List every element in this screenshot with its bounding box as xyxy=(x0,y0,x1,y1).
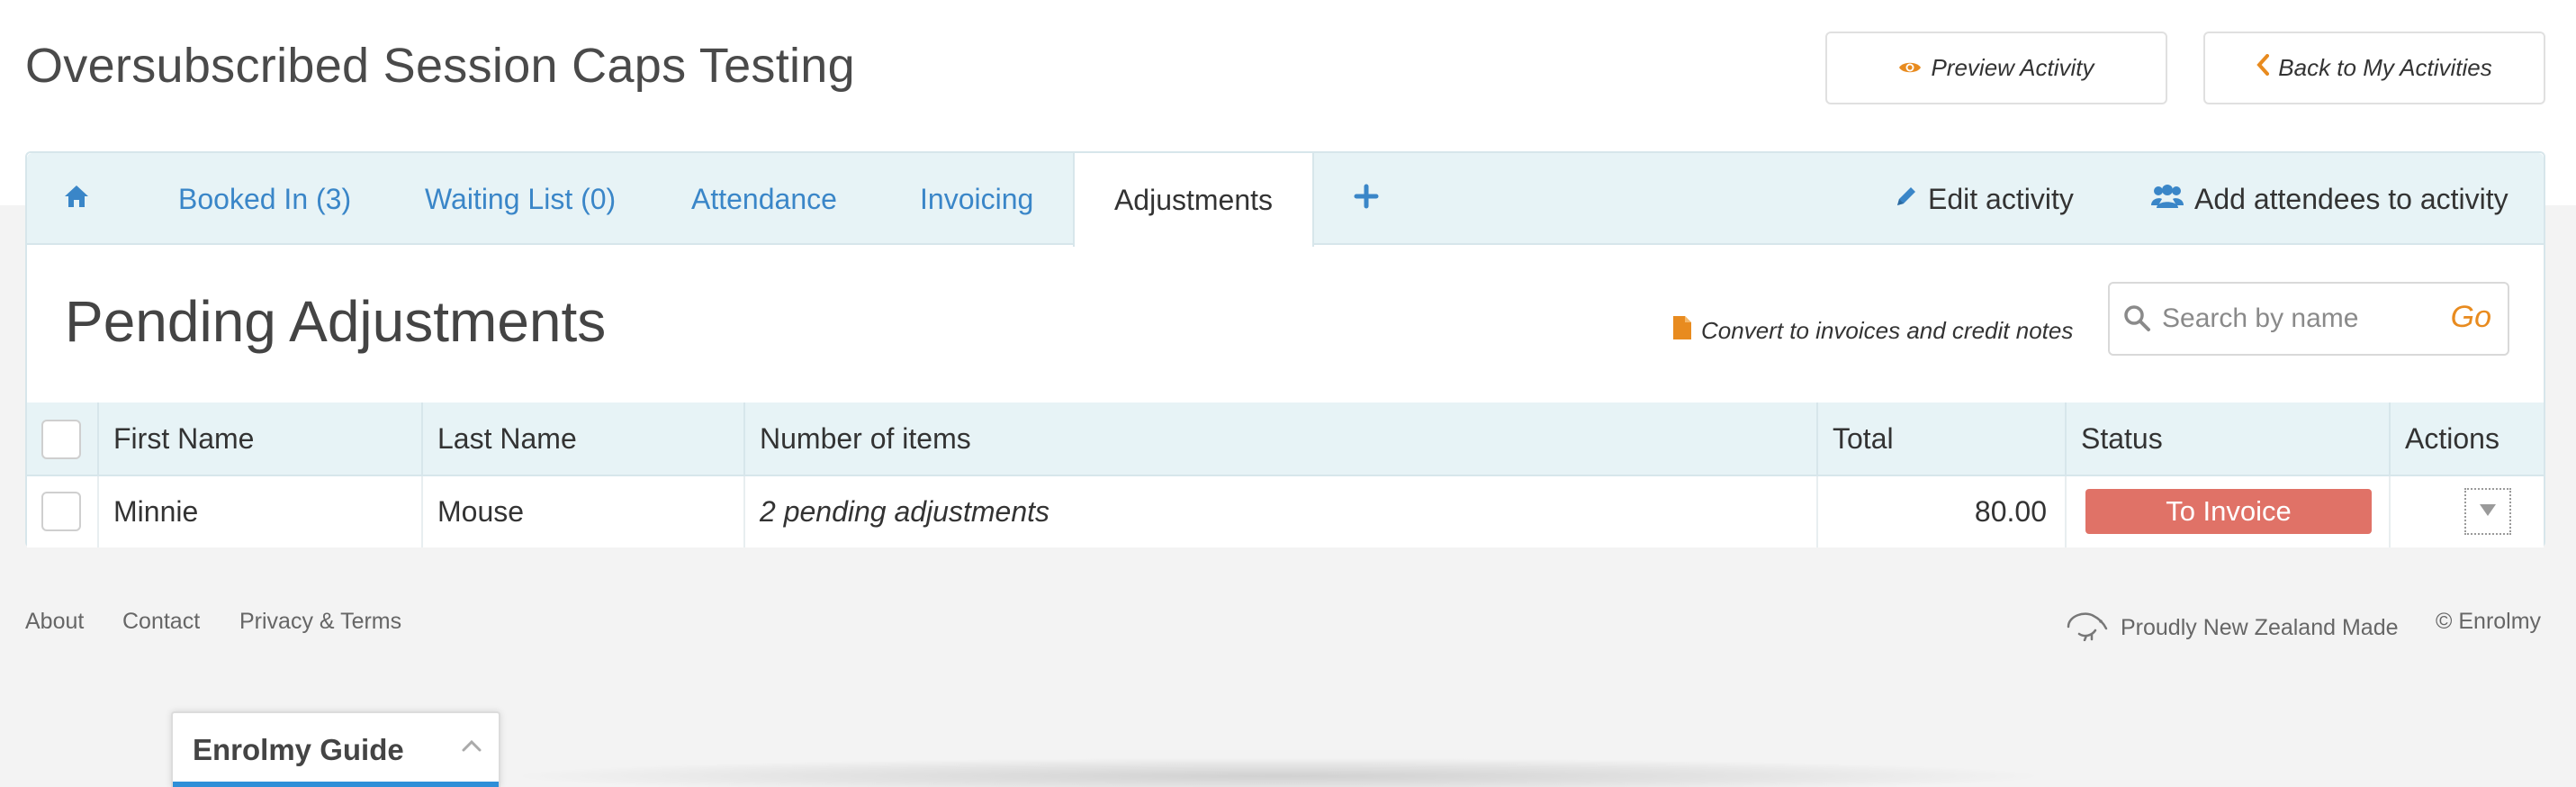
column-divider xyxy=(2389,476,2391,547)
modal-shadow xyxy=(522,758,2034,787)
row-actions-dropdown[interactable] xyxy=(2464,488,2511,535)
select-all-checkbox[interactable] xyxy=(41,420,81,459)
page-title: Oversubscribed Session Caps Testing xyxy=(25,39,855,93)
preview-activity-button[interactable]: Preview Activity xyxy=(1825,32,2167,104)
table-row: Minnie Mouse 2 pending adjustments 80.00… xyxy=(27,476,2544,547)
enrolmy-guide-widget[interactable]: Enrolmy Guide xyxy=(171,711,500,787)
footer-made-in-nz: Proudly New Zealand Made xyxy=(2065,609,2399,647)
search-box: Go xyxy=(2108,282,2509,356)
back-to-my-activities-button[interactable]: Back to My Activities xyxy=(2203,32,2545,104)
number-of-items-cell: 2 pending adjustments xyxy=(760,495,1049,528)
footer-contact-link[interactable]: Contact xyxy=(122,609,200,635)
first-name-cell: Minnie xyxy=(113,495,199,528)
made-in-label: Proudly New Zealand Made xyxy=(2121,615,2399,640)
users-icon xyxy=(2151,183,2184,216)
table-header: First Name Last Name Number of items Tot… xyxy=(27,403,2544,476)
footer-privacy-link[interactable]: Privacy & Terms xyxy=(239,609,401,635)
activity-panel: Booked In (3) Waiting List (0) Attendanc… xyxy=(25,151,2545,547)
last-name-cell: Mouse xyxy=(437,495,525,528)
chevron-up-icon[interactable] xyxy=(461,738,482,757)
column-header-number-of-items[interactable]: Number of items xyxy=(745,403,971,475)
column-header-last-name[interactable]: Last Name xyxy=(423,403,577,475)
edit-activity-link[interactable]: Edit activity xyxy=(1894,153,2074,245)
search-go-button[interactable]: Go xyxy=(2451,300,2491,335)
add-attendees-label: Add attendees to activity xyxy=(2194,182,2508,215)
tab-add[interactable] xyxy=(1354,153,1379,245)
add-attendees-link[interactable]: Add attendees to activity xyxy=(2151,153,2508,245)
tab-adjustments[interactable]: Adjustments xyxy=(1073,153,1314,247)
edit-activity-label: Edit activity xyxy=(1928,182,2074,215)
total-cell: 80.00 xyxy=(1974,495,2047,528)
search-icon xyxy=(2122,303,2151,337)
tab-home[interactable] xyxy=(63,153,90,245)
tab-attendance[interactable]: Attendance xyxy=(691,153,837,245)
home-icon xyxy=(63,183,90,216)
kiwi-icon xyxy=(2065,609,2110,647)
tab-waiting-list[interactable]: Waiting List (0) xyxy=(425,153,616,245)
guide-title: Enrolmy Guide xyxy=(193,733,404,766)
column-divider xyxy=(2065,476,2067,547)
file-icon xyxy=(1672,315,1692,347)
column-header-total[interactable]: Total xyxy=(1818,403,1894,475)
row-checkbox[interactable] xyxy=(41,492,81,531)
caret-down-icon xyxy=(2478,502,2498,522)
chevron-left-icon xyxy=(2256,54,2270,82)
footer-copyright: © Enrolmy xyxy=(2436,609,2542,634)
search-input[interactable] xyxy=(2162,294,2432,343)
convert-to-invoices-link[interactable]: Convert to invoices and credit notes xyxy=(1672,308,2073,353)
convert-link-label: Convert to invoices and credit notes xyxy=(1701,316,2074,344)
column-header-actions: Actions xyxy=(2405,421,2499,455)
tab-booked-in[interactable]: Booked In (3) xyxy=(178,153,351,245)
plus-icon xyxy=(1354,183,1379,216)
column-header-status[interactable]: Status xyxy=(2067,403,2163,475)
status-badge: To Invoice xyxy=(2085,489,2372,534)
section-title: Pending Adjustments xyxy=(65,289,607,354)
preview-activity-label: Preview Activity xyxy=(1931,54,2094,81)
tab-bar: Booked In (3) Waiting List (0) Attendanc… xyxy=(27,153,2544,247)
eye-icon xyxy=(1898,54,1922,82)
column-header-first-name[interactable]: First Name xyxy=(99,403,254,475)
tab-invoicing[interactable]: Invoicing xyxy=(920,153,1033,245)
footer-about-link[interactable]: About xyxy=(25,609,84,635)
back-to-my-activities-label: Back to My Activities xyxy=(2278,54,2492,81)
pencil-icon xyxy=(1894,183,1917,216)
guide-progress-bar xyxy=(173,782,499,787)
